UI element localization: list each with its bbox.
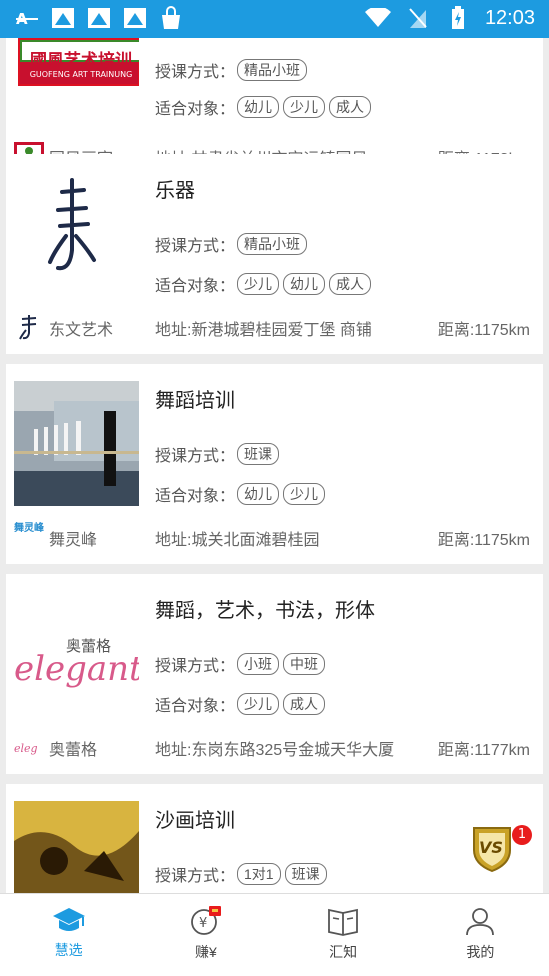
no-signal-icon — [405, 6, 431, 30]
audience-tag: 少儿 — [237, 693, 280, 715]
teaching-mode-label: 授课方式： — [155, 64, 236, 81]
distance: 距离:1175km — [437, 322, 530, 339]
shopping-bag-icon — [158, 6, 184, 30]
status-bar: A 12:03 — [0, 0, 549, 38]
user-icon — [466, 908, 495, 936]
audience-tag: 少儿 — [237, 273, 280, 295]
thumbnail-logo-text: 國風艺术培训 — [30, 51, 132, 71]
audience-tag: 成人 — [329, 273, 372, 295]
teaching-mode-label: 授课方式： — [155, 868, 236, 885]
notification-count-badge: 1 — [512, 825, 532, 845]
target-audience-row: 适合对象： 少儿 成人 — [155, 692, 329, 716]
card-footer: 东文艺术 地址:新港城碧桂园爱丁堡 商铺 距离:1175km — [6, 309, 543, 345]
target-audience-label: 适合对象： — [155, 278, 236, 295]
image-notification-icon — [122, 6, 148, 30]
teaching-mode-label: 授课方式： — [155, 658, 236, 675]
teaching-mode-tag: 小班 — [237, 653, 280, 675]
target-audience-label: 适合对象： — [155, 698, 236, 715]
course-title: 舞蹈培训 — [155, 390, 235, 412]
tab-label: 我的 — [466, 944, 495, 960]
course-card[interactable]: 沙画培训 授课方式： 1对1 班课 — [6, 784, 543, 893]
course-thumbnail: 奥蕾格 elegant — [14, 591, 139, 716]
audience-tag: 幼儿 — [237, 483, 280, 505]
course-card[interactable]: 奥蕾格 elegant 舞蹈，艺术，书法，形体 授课方式： 小班 中班 适合对象… — [6, 574, 543, 774]
teaching-mode-tag: 精品小班 — [237, 59, 308, 81]
graduation-cap-icon — [52, 908, 85, 931]
book-icon — [328, 908, 359, 936]
course-thumbnail — [14, 381, 139, 506]
thumbnail-logo-text: elegant — [14, 649, 139, 689]
distance: 距离:1175km — [437, 532, 530, 549]
teaching-mode-tag: 中班 — [283, 653, 326, 675]
audience-tag: 少儿 — [283, 96, 326, 118]
course-card[interactable]: 東文 乐器 授课方式： 精品小班 适合对象： 少儿 幼儿 成人 东文艺术 地址:… — [6, 154, 543, 354]
teaching-mode-row: 授课方式： 精品小班 — [155, 58, 311, 82]
tab-earn[interactable]: ¥ 赚¥ — [137, 894, 274, 976]
course-list[interactable]: 國風艺术培训 GUOFENG ART TRAINUNG 授课方式： 精品小班 适… — [0, 38, 549, 893]
teaching-mode-label: 授课方式： — [155, 448, 236, 465]
course-thumbnail: 國風艺术培训 GUOFENG ART TRAINUNG — [14, 38, 139, 90]
image-notification-icon — [50, 6, 76, 30]
font-icon: A — [14, 6, 40, 30]
teaching-mode-tag: 班课 — [237, 443, 280, 465]
target-audience-row: 适合对象： 幼儿 少儿 成人 — [155, 95, 375, 119]
svg-text:eleg: eleg — [14, 742, 38, 755]
target-audience-row: 适合对象： 幼儿 少儿 — [155, 482, 329, 506]
org-name: 舞灵峰 — [49, 532, 98, 549]
target-audience-row: 适合对象： 少儿 幼儿 成人 — [155, 272, 375, 296]
teaching-mode-tag: 1对1 — [237, 863, 281, 885]
clock: 12:03 — [484, 6, 535, 29]
coin-icon: ¥ — [190, 906, 221, 935]
address: 地址:东岗东路325号金城天华大厦 — [155, 742, 395, 759]
image-notification-icon — [86, 6, 112, 30]
tab-mine[interactable]: 我的 — [412, 894, 549, 976]
card-footer: eleg 奥蕾格 地址:东岗东路325号金城天华大厦 距离:1177km — [6, 729, 543, 765]
teaching-mode-tag: 班课 — [284, 863, 327, 885]
org-name: 东文艺术 — [49, 322, 114, 339]
course-thumbnail — [14, 801, 139, 893]
thumbnail-logo-subtext: GUOFENG ART TRAINUNG — [29, 70, 133, 79]
battery-charging-icon — [445, 6, 471, 30]
course-title: 乐器 — [155, 180, 195, 202]
vs-floating-button[interactable]: VS — [470, 824, 514, 873]
audience-tag: 幼儿 — [283, 273, 326, 295]
course-title: 沙画培训 — [155, 810, 235, 832]
teaching-mode-tag: 精品小班 — [237, 233, 308, 255]
org-logo: eleg — [14, 733, 44, 761]
audience-tag: 成人 — [329, 96, 372, 118]
tab-label: 汇知 — [329, 944, 358, 960]
org-logo: 舞灵峰 — [14, 523, 44, 534]
tab-label: 慧选 — [54, 942, 83, 958]
svg-text:¥: ¥ — [199, 916, 207, 931]
tab-huizhi[interactable]: 汇知 — [275, 894, 412, 976]
teaching-mode-row: 授课方式： 班课 — [155, 442, 283, 466]
course-thumbnail: 東文 — [14, 170, 139, 295]
target-audience-label: 适合对象： — [155, 488, 236, 505]
vs-text: VS — [479, 838, 503, 857]
teaching-mode-row: 授课方式： 小班 中班 — [155, 652, 329, 676]
teaching-mode-row: 授课方式： 1对1 班课 — [155, 862, 331, 886]
tab-label: 赚¥ — [194, 944, 217, 960]
course-title: 舞蹈，艺术，书法，形体 — [155, 600, 375, 622]
org-logo — [14, 313, 44, 341]
teaching-mode-label: 授课方式： — [155, 238, 236, 255]
distance: 距离:1177km — [437, 742, 530, 759]
target-audience-label: 适合对象： — [155, 101, 236, 118]
audience-tag: 少儿 — [283, 483, 326, 505]
address: 地址:城关北面滩碧桂园 — [155, 532, 320, 549]
audience-tag: 成人 — [283, 693, 326, 715]
org-name: 奥蕾格 — [49, 742, 98, 759]
tab-huixuan[interactable]: 慧选 — [0, 894, 137, 976]
card-footer: 舞灵峰 舞灵峰 地址:城关北面滩碧桂园 距离:1175km — [6, 519, 543, 555]
address: 地址:新港城碧桂园爱丁堡 商铺 — [155, 322, 372, 339]
audience-tag: 幼儿 — [237, 96, 280, 118]
course-card[interactable]: 舞蹈培训 授课方式： 班课 适合对象： 幼儿 少儿 舞灵峰 舞灵峰 地址:城关北… — [6, 364, 543, 564]
wifi-icon — [364, 6, 391, 30]
teaching-mode-row: 授课方式： 精品小班 — [155, 232, 311, 256]
bottom-tab-bar: 慧选 ¥ 赚¥ 汇知 我的 — [0, 893, 549, 976]
